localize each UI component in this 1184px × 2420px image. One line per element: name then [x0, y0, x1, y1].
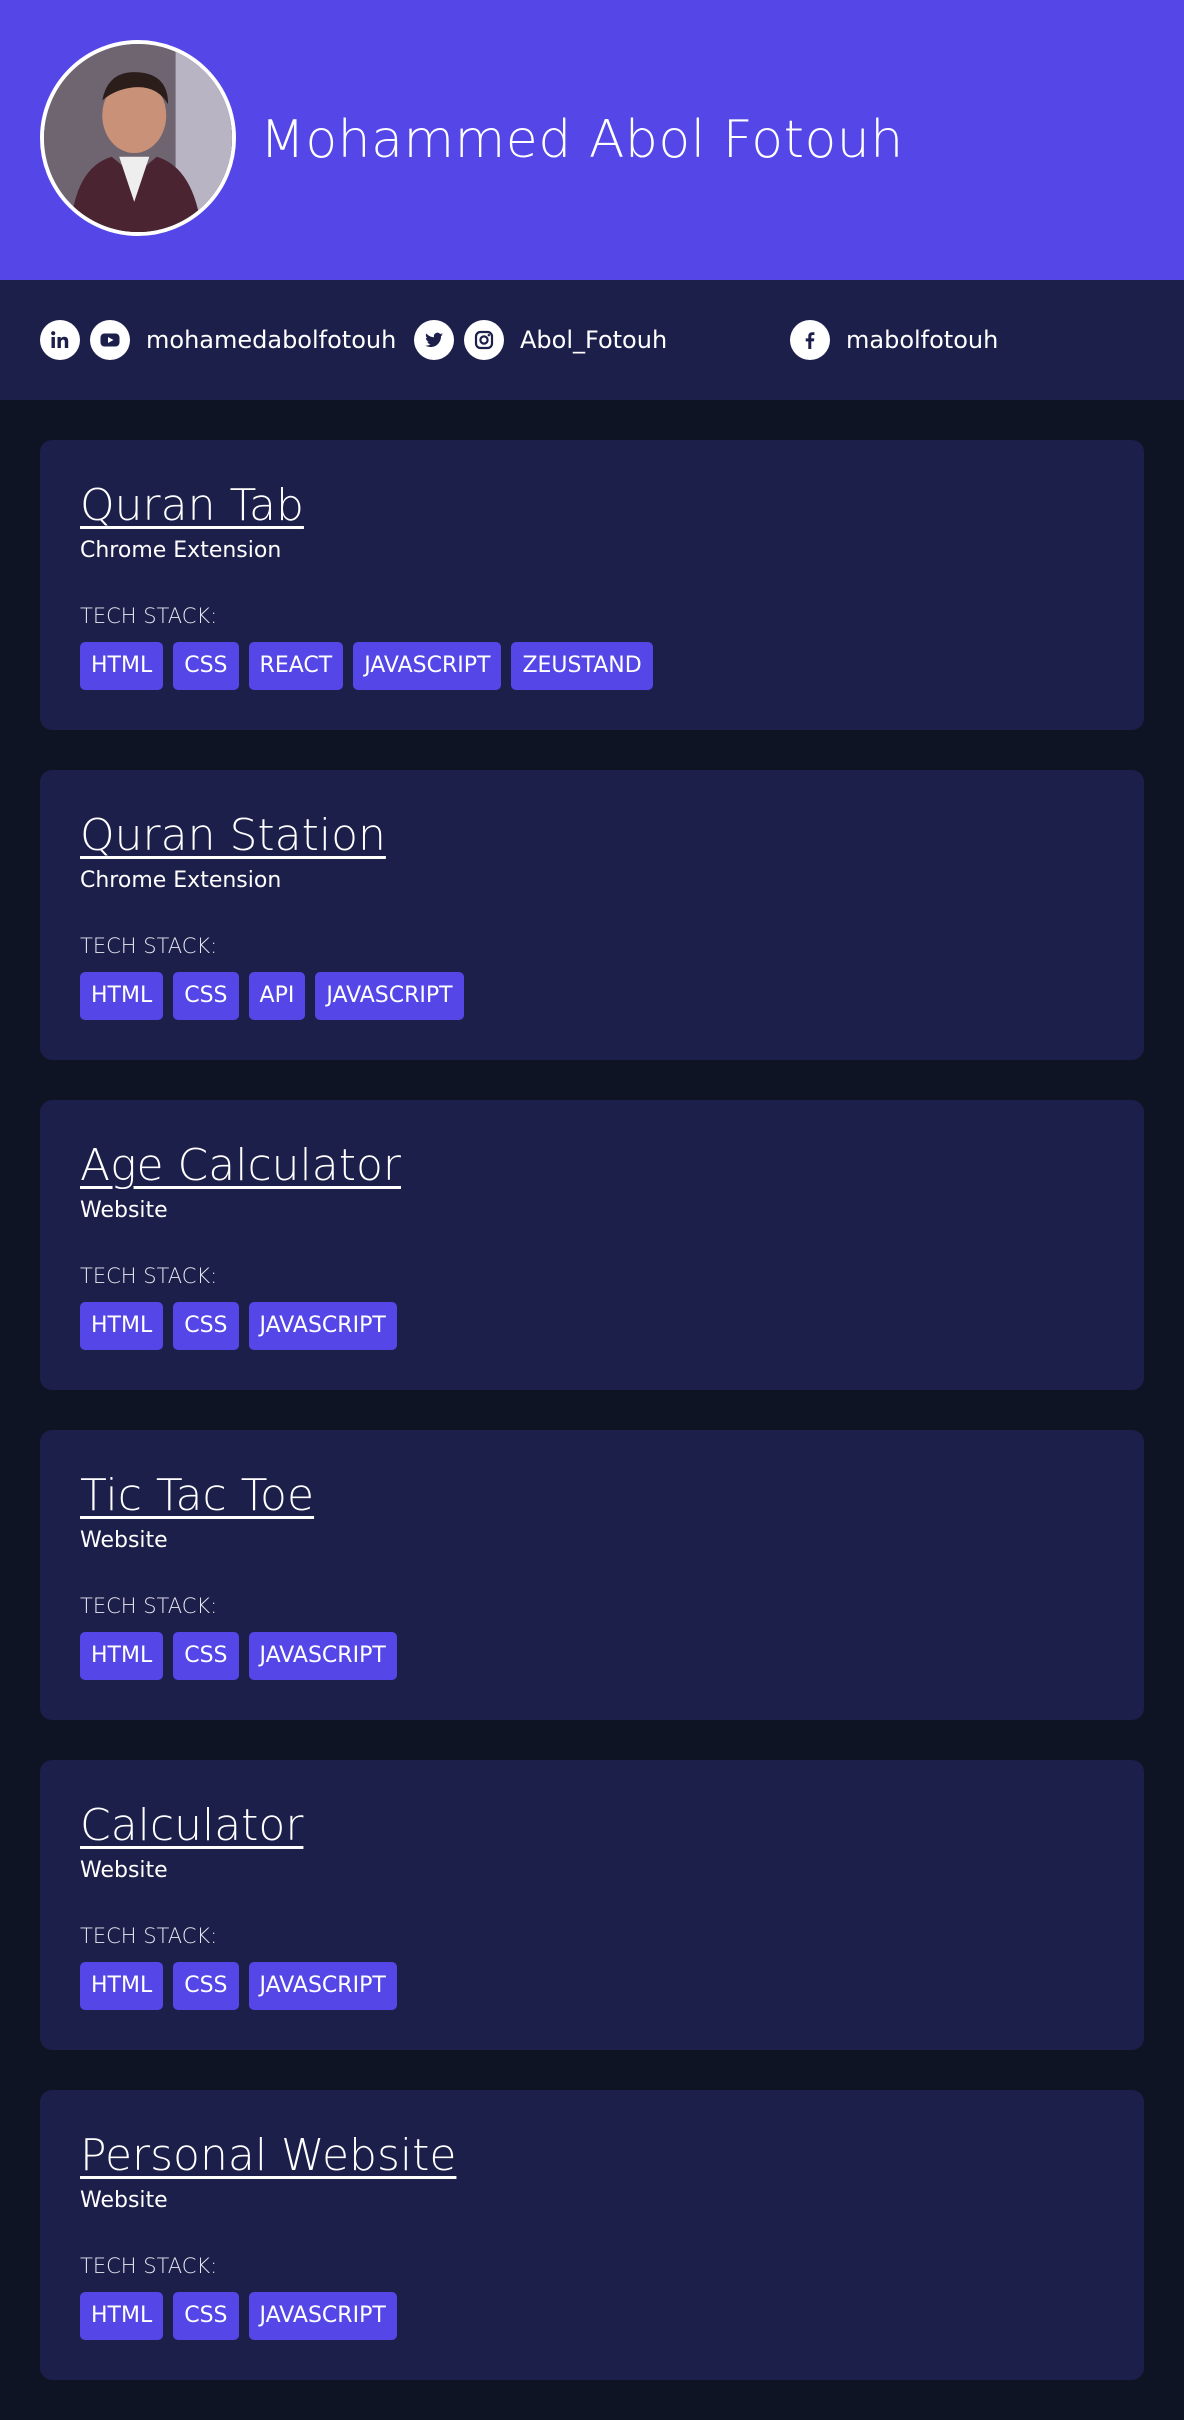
tech-stack-label: TECH STACK:: [80, 1594, 218, 1618]
social-group-abol-fotouh: Abol_Fotouh: [414, 320, 667, 360]
tech-tag: API: [248, 972, 306, 1020]
tech-tag: ZEUSTAND: [511, 642, 653, 690]
project-card: Personal Website Website TECH STACK: HTM…: [40, 2090, 1144, 2380]
tech-tag: CSS: [173, 972, 239, 1020]
project-title-link[interactable]: Personal Website: [80, 2128, 456, 2184]
project-title-link[interactable]: Age Calculator: [80, 1138, 401, 1194]
tech-tag: CSS: [173, 642, 239, 690]
tech-stack-tags: HTML CSS JAVASCRIPT: [80, 1632, 397, 1680]
tech-tag: HTML: [80, 2292, 164, 2340]
person-photo-icon: [44, 44, 232, 232]
project-type: Website: [80, 1198, 168, 1223]
project-type: Website: [80, 1858, 168, 1883]
tech-stack-label: TECH STACK:: [80, 2254, 218, 2278]
avatar: [40, 40, 236, 236]
tech-stack-label: TECH STACK:: [80, 1924, 218, 1948]
tech-tag: CSS: [173, 2292, 239, 2340]
project-card: Quran Station Chrome Extension TECH STAC…: [40, 770, 1144, 1060]
tech-stack-tags: HTML CSS JAVASCRIPT: [80, 2292, 397, 2340]
tech-stack-label: TECH STACK:: [80, 1264, 218, 1288]
tech-stack-tags: HTML CSS JAVASCRIPT: [80, 1302, 397, 1350]
project-type: Chrome Extension: [80, 868, 282, 893]
project-card: Quran Tab Chrome Extension TECH STACK: H…: [40, 440, 1144, 730]
social-handle-abol-fotouh[interactable]: Abol_Fotouh: [520, 326, 667, 354]
tech-tag: JAVASCRIPT: [353, 642, 502, 690]
tech-tag: HTML: [80, 642, 164, 690]
tech-stack-tags: HTML CSS JAVASCRIPT: [80, 1962, 397, 2010]
tech-tag: HTML: [80, 1962, 164, 2010]
project-type: Website: [80, 2188, 168, 2213]
profile-name: Mohammed Abol Fotouh: [260, 110, 904, 170]
facebook-icon[interactable]: [790, 320, 830, 360]
youtube-icon[interactable]: [90, 320, 130, 360]
profile-header: Mohammed Abol Fotouh: [0, 0, 1184, 280]
tech-tag: CSS: [173, 1302, 239, 1350]
project-title-link[interactable]: Tic Tac Toe: [80, 1468, 314, 1524]
tech-stack-tags: HTML CSS REACT JAVASCRIPT ZEUSTAND: [80, 642, 653, 690]
social-bar: mohamedabolfotouh Abol_Fotouh mabolfotou…: [0, 280, 1184, 400]
tech-tag: JAVASCRIPT: [248, 1632, 397, 1680]
instagram-icon[interactable]: [464, 320, 504, 360]
project-type: Website: [80, 1528, 168, 1553]
tech-stack-tags: HTML CSS API JAVASCRIPT: [80, 972, 464, 1020]
tech-stack-label: TECH STACK:: [80, 604, 218, 628]
twitter-icon[interactable]: [414, 320, 454, 360]
tech-tag: CSS: [173, 1632, 239, 1680]
tech-tag: JAVASCRIPT: [248, 2292, 397, 2340]
tech-tag: JAVASCRIPT: [248, 1962, 397, 2010]
project-title-link[interactable]: Quran Station: [80, 808, 386, 864]
tech-tag: HTML: [80, 1302, 164, 1350]
linkedin-icon[interactable]: [40, 320, 80, 360]
tech-tag: HTML: [80, 972, 164, 1020]
social-group-mabolfotouh: mabolfotouh: [790, 320, 998, 360]
project-card: Calculator Website TECH STACK: HTML CSS …: [40, 1760, 1144, 2050]
project-title-link[interactable]: Quran Tab: [80, 478, 304, 534]
tech-tag: CSS: [173, 1962, 239, 2010]
tech-tag: JAVASCRIPT: [248, 1302, 397, 1350]
social-handle-mohamedabolfotouh[interactable]: mohamedabolfotouh: [146, 326, 396, 354]
social-handle-mabolfotouh[interactable]: mabolfotouh: [846, 326, 998, 354]
tech-tag: JAVASCRIPT: [315, 972, 464, 1020]
project-card: Age Calculator Website TECH STACK: HTML …: [40, 1100, 1144, 1390]
social-group-mohamedabolfotouh: mohamedabolfotouh: [40, 320, 396, 360]
tech-tag: HTML: [80, 1632, 164, 1680]
tech-tag: REACT: [248, 642, 344, 690]
project-type: Chrome Extension: [80, 538, 282, 563]
project-card: Tic Tac Toe Website TECH STACK: HTML CSS…: [40, 1430, 1144, 1720]
project-title-link[interactable]: Calculator: [80, 1798, 303, 1854]
tech-stack-label: TECH STACK:: [80, 934, 218, 958]
